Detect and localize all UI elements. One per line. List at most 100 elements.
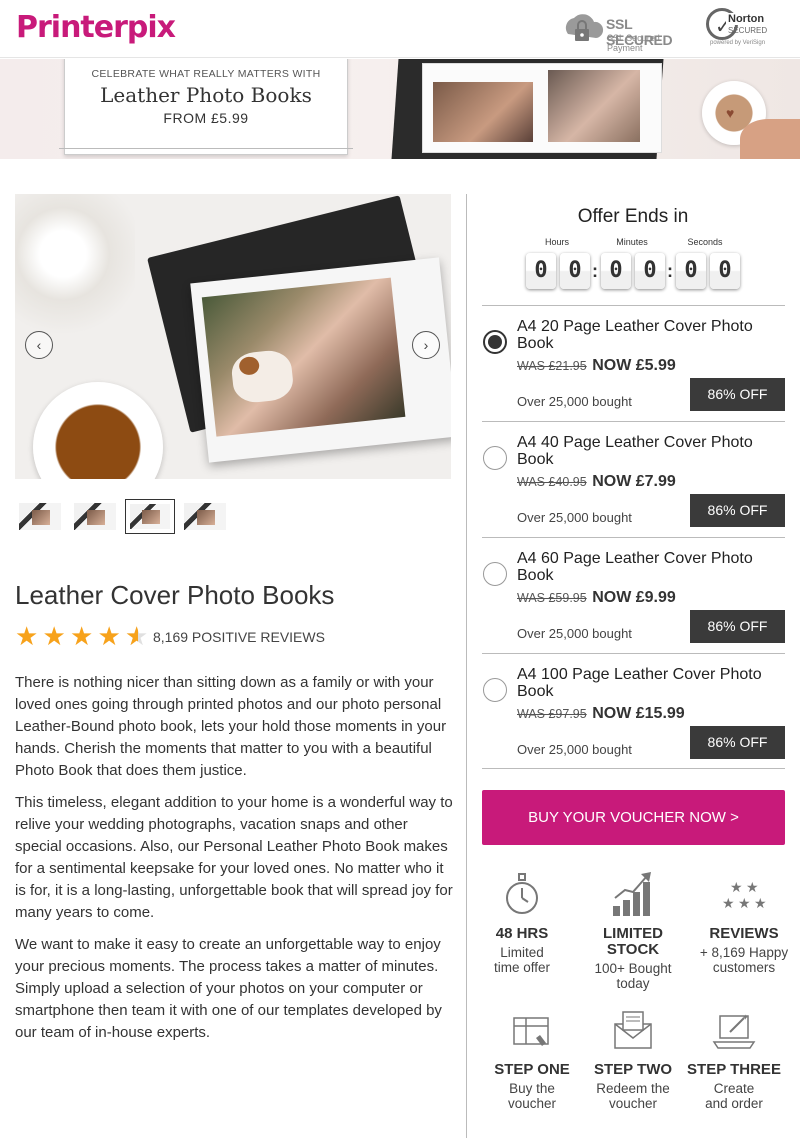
step-sub: voucher xyxy=(507,1096,557,1111)
option-bought: Over 25,000 bought xyxy=(517,742,632,757)
banner-line-2: Leather Photo Books xyxy=(100,83,312,107)
step-title: STEP THREE xyxy=(687,1061,781,1078)
thumbnail-4[interactable] xyxy=(180,499,230,534)
option-bought: Over 25,000 bought xyxy=(517,394,632,409)
lock-icon xyxy=(565,14,604,41)
step-sub: and order xyxy=(705,1096,763,1111)
logo-text-2: pix xyxy=(126,10,176,45)
gallery-next-arrow-icon[interactable]: › xyxy=(412,331,440,359)
thumbnail-1[interactable] xyxy=(15,499,65,534)
banner-card: CELEBRATE WHAT REALLY MATTERS WITH Leath… xyxy=(59,59,353,155)
option-radio[interactable] xyxy=(483,330,507,354)
product-description: There is nothing nicer than sitting down… xyxy=(15,672,455,1054)
gallery-prev-arrow-icon[interactable]: ‹ xyxy=(25,331,53,359)
star-icon: ★ xyxy=(15,621,39,651)
printerpix-logo[interactable]: Printerpix xyxy=(16,10,176,45)
norton-name: Norton xyxy=(726,13,767,25)
envelope-icon xyxy=(614,1011,652,1049)
promo-banner[interactable]: CELEBRATE WHAT REALLY MATTERS WITH Leath… xyxy=(0,59,800,159)
svg-text:★: ★ xyxy=(722,895,735,911)
seconds-digit: 0 xyxy=(676,253,706,289)
hours-digit: 0 xyxy=(560,253,590,289)
book-open-image xyxy=(190,257,451,463)
family-photo-image xyxy=(201,277,406,437)
thumbnail-2[interactable] xyxy=(70,499,120,534)
thumbnail-3[interactable] xyxy=(125,499,175,534)
minutes-label: Minutes xyxy=(616,237,648,247)
description-paragraph: There is nothing nicer than sitting down… xyxy=(15,674,447,779)
banner-line-3: FROM £5.99 xyxy=(163,110,249,126)
star-icon: ★ xyxy=(97,621,121,651)
option-price: WAS £97.95 NOW £15.99 xyxy=(517,705,685,723)
description-paragraph: We want to make it easy to create an unf… xyxy=(15,936,442,1041)
option-name: A4 20 Page Leather Cover Photo Book xyxy=(517,318,753,352)
option-radio[interactable] xyxy=(483,446,507,470)
option-now-price: NOW £5.99 xyxy=(592,357,676,374)
discount-badge: 86% OFF xyxy=(690,494,785,527)
product-option[interactable]: A4 40 Page Leather Cover Photo Book WAS … xyxy=(482,421,785,537)
option-name: A4 40 Page Leather Cover Photo Book xyxy=(517,434,753,468)
step-title: STEP ONE xyxy=(494,1061,570,1078)
svg-text:✦: ✦ xyxy=(742,1013,749,1022)
option-now-price: NOW £9.99 xyxy=(592,589,676,606)
feature-title-line: STOCK xyxy=(606,941,660,958)
step-sub: Redeem the xyxy=(596,1081,670,1096)
norton-badge: ✓ Norton SECURED powered by VeriSign xyxy=(706,8,778,50)
feature-limited-stock: LIMITED STOCK 100+ Bought today xyxy=(583,870,683,1000)
countdown-timer: Hours Minutes Seconds 0 0 : 0 0 : 0 0 xyxy=(524,237,742,291)
star-icon: ★ xyxy=(70,621,94,651)
countdown-separator: : xyxy=(592,261,598,281)
minutes-digit: 0 xyxy=(635,253,665,289)
feature-sub: Limited xyxy=(500,945,544,960)
discount-badge: 86% OFF xyxy=(690,378,785,411)
ssl-subtitle: SSL Secured Payment xyxy=(607,33,660,53)
feature-sub: 100+ Bought xyxy=(594,961,672,976)
svg-text:★: ★ xyxy=(746,879,759,895)
option-radio[interactable] xyxy=(483,678,507,702)
countdown-separator: : xyxy=(667,261,673,281)
logo-text-1: Printer xyxy=(16,10,128,45)
option-now-price: NOW £15.99 xyxy=(592,705,685,722)
step-sub: Create xyxy=(713,1081,755,1096)
product-gallery: ‹ › xyxy=(15,194,451,479)
reviews-count[interactable]: 8,169 POSITIVE REVIEWS xyxy=(153,629,325,645)
discount-badge: 86% OFF xyxy=(690,610,785,643)
option-radio[interactable] xyxy=(483,562,507,586)
product-title: Leather Cover Photo Books xyxy=(15,580,335,610)
flowers-image xyxy=(15,194,135,344)
ssl-badge: SSL SECURED SSL Secured Payment xyxy=(560,10,695,53)
banner-photo-2 xyxy=(548,70,640,142)
banner-book-pages xyxy=(422,63,662,153)
minutes-digit: 0 xyxy=(601,253,631,289)
gallery-thumbnails xyxy=(15,499,235,535)
option-price: WAS £21.95 NOW £5.99 xyxy=(517,357,676,375)
option-was-price: WAS £40.95 xyxy=(517,475,587,489)
feature-title-line: LIMITED xyxy=(603,925,663,942)
product-rating[interactable]: ★ ★ ★ ★ ★ ★ 8,169 POSITIVE REVIEWS xyxy=(15,623,335,649)
hours-digit: 0 xyxy=(526,253,556,289)
step-sub: voucher xyxy=(608,1096,658,1111)
star-icon: ★ ★ xyxy=(125,621,149,651)
feature-title: REVIEWS xyxy=(709,925,779,942)
option-was-price: WAS £59.95 xyxy=(517,591,587,605)
option-was-price: WAS £21.95 xyxy=(517,359,587,373)
step-one: STEP ONE Buy the voucher xyxy=(482,1008,582,1118)
svg-text:★: ★ xyxy=(730,879,743,895)
hands-image xyxy=(740,119,800,159)
product-option[interactable]: A4 100 Page Leather Cover Photo Book WAS… xyxy=(482,653,785,769)
feature-sub: + 8,169 Happy xyxy=(699,945,789,960)
option-now-price: NOW £7.99 xyxy=(592,473,676,490)
seconds-label: Seconds xyxy=(687,237,723,247)
option-price: WAS £59.95 NOW £9.99 xyxy=(517,589,676,607)
banner-photo-1 xyxy=(433,82,533,142)
feature-sub: customers xyxy=(712,960,776,975)
feature-sub: today xyxy=(616,976,650,991)
product-option[interactable]: A4 60 Page Leather Cover Photo Book WAS … xyxy=(482,537,785,653)
description-paragraph: This timeless, elegant addition to your … xyxy=(15,794,453,921)
svg-text:★: ★ xyxy=(738,895,751,911)
buy-voucher-button[interactable]: BUY YOUR VOUCHER NOW > xyxy=(482,790,785,845)
laptop-icon: ✦ xyxy=(712,1013,756,1049)
voucher-icon xyxy=(513,1017,549,1046)
offer-ends-title: Offer Ends in xyxy=(577,206,689,227)
product-option[interactable]: A4 20 Page Leather Cover Photo Book WAS … xyxy=(482,305,785,421)
